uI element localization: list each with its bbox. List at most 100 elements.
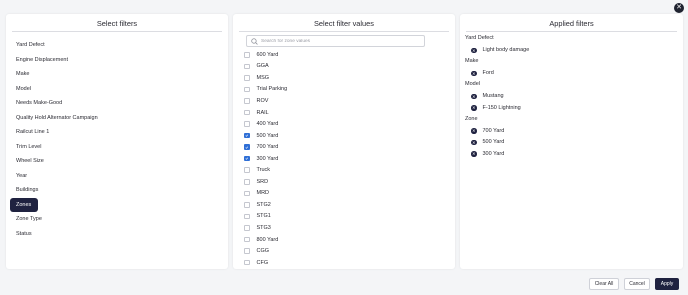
checkbox[interactable] <box>244 155 250 162</box>
value-option[interactable]: 300 Yard <box>233 153 455 165</box>
value-option[interactable]: 800 Yard <box>233 234 455 246</box>
cancel-button[interactable]: Cancel <box>624 278 650 290</box>
filter-item[interactable]: Buildings <box>6 183 218 198</box>
checkbox[interactable] <box>244 121 250 127</box>
value-label: STG1 <box>256 213 271 220</box>
checkbox[interactable] <box>244 202 250 208</box>
value-option[interactable]: MSG <box>233 72 455 84</box>
value-label: 800 Yard <box>256 236 279 243</box>
checkbox[interactable] <box>244 167 250 173</box>
filter-item[interactable]: Year <box>6 169 218 184</box>
value-label: 500 Yard <box>256 132 279 139</box>
applied-filter-value: Light body damage <box>482 47 530 54</box>
applied-filter-chip: ✕ 300 Yard <box>465 148 683 160</box>
filter-item[interactable]: Zones <box>10 197 38 212</box>
checkbox[interactable] <box>244 86 250 93</box>
check-icon <box>245 146 249 149</box>
checkbox[interactable] <box>244 63 250 70</box>
divider <box>239 31 449 32</box>
applied-group-label: Make <box>465 58 479 64</box>
remove-chip-icon[interactable]: ✕ <box>471 139 477 145</box>
applied-filter-chip: ✕ 500 Yard <box>465 137 683 149</box>
value-label: SRD <box>256 178 269 185</box>
checkbox[interactable] <box>244 98 250 104</box>
divider <box>466 31 677 32</box>
clear-all-button[interactable]: Clear All <box>589 278 619 290</box>
applied-filter-value: Mustang <box>482 93 504 100</box>
checkbox[interactable] <box>244 213 250 220</box>
checkbox[interactable] <box>244 179 250 185</box>
apply-button[interactable]: Apply <box>655 278 679 290</box>
remove-chip-icon[interactable]: ✕ <box>471 70 477 76</box>
checkbox[interactable] <box>244 132 250 139</box>
value-option[interactable]: Trial Parking <box>233 84 455 96</box>
filter-item[interactable]: Railcut Line 1 <box>6 125 218 140</box>
check-icon <box>245 157 249 160</box>
filter-item[interactable]: Trim Level <box>6 140 218 155</box>
checkbox[interactable] <box>244 225 250 231</box>
value-label: 300 Yard <box>256 155 279 162</box>
remove-chip-icon[interactable]: ✕ <box>471 128 477 134</box>
filter-list: Yard Defect Engine Displacement Make Model N… <box>6 38 228 241</box>
applied-group-label: Model <box>465 81 480 87</box>
checkbox[interactable] <box>244 248 250 254</box>
value-option[interactable]: CGG <box>233 245 455 257</box>
checkbox[interactable] <box>244 109 250 116</box>
select-filters-panel: Select filters Yard Defect Engine Displac… <box>6 14 228 269</box>
value-label: 700 Yard <box>256 144 279 151</box>
value-option[interactable]: STG3 <box>233 222 455 234</box>
value-option[interactable]: SRD <box>233 176 455 188</box>
value-option[interactable]: ROV <box>233 95 455 107</box>
value-label: CFG <box>256 259 269 266</box>
filter-item[interactable]: Model <box>6 82 218 97</box>
applied-filter-value: Ford <box>482 70 494 77</box>
checkbox[interactable] <box>244 52 250 58</box>
checkbox[interactable] <box>244 144 250 150</box>
value-label: 600 Yard <box>256 51 279 58</box>
value-option[interactable]: 400 Yard <box>233 118 455 130</box>
filter-item[interactable]: Wheel Size <box>6 154 218 169</box>
divider <box>12 31 222 32</box>
value-label: Trial Parking <box>256 86 288 93</box>
value-option[interactable]: RAIL <box>233 107 455 119</box>
select-filters-title: Select filters <box>96 19 138 28</box>
remove-chip-icon[interactable]: ✕ <box>471 47 477 53</box>
value-option[interactable]: STG2 <box>233 199 455 211</box>
value-label: CGG <box>256 248 270 255</box>
applied-group-label: Yard Defect <box>465 35 494 41</box>
value-label: RAIL <box>256 109 269 116</box>
value-option[interactable]: STG1 <box>233 211 455 223</box>
checkbox[interactable] <box>244 190 250 197</box>
value-option[interactable]: MRD <box>233 188 455 200</box>
filter-item[interactable]: Engine Displacement <box>6 53 218 68</box>
applied-filter-chip: ✕ F-150 Lightning <box>465 102 683 114</box>
applied-filter-value: 300 Yard <box>482 150 505 157</box>
value-option[interactable]: CFG <box>233 257 455 269</box>
value-option[interactable]: 600 Yard <box>233 49 455 61</box>
value-label: 400 Yard <box>256 121 279 128</box>
check-icon <box>245 134 249 137</box>
close-dialog-button[interactable]: ✕ <box>674 3 684 13</box>
checkbox[interactable] <box>244 75 250 81</box>
search-input[interactable] <box>261 38 421 44</box>
filter-item[interactable]: Needs Make-Good <box>6 96 218 111</box>
close-icon: ✕ <box>676 4 682 11</box>
filter-item[interactable]: Status <box>6 227 218 242</box>
value-option[interactable]: 700 Yard <box>233 141 455 153</box>
value-option[interactable]: Truck <box>233 164 455 176</box>
applied-filter-chip: ✕ Ford <box>465 68 683 80</box>
applied-filter-chip: ✕ Light body damage <box>465 45 683 57</box>
value-option[interactable]: 500 Yard <box>233 130 455 142</box>
filter-item[interactable]: Quality Hold Alternator Campaign <box>6 111 218 126</box>
search-field[interactable] <box>246 35 425 47</box>
checkbox[interactable] <box>244 236 250 243</box>
checkbox[interactable] <box>244 259 250 266</box>
remove-chip-icon[interactable]: ✕ <box>471 93 477 99</box>
remove-chip-icon[interactable]: ✕ <box>471 105 477 111</box>
filter-item[interactable]: Zone Type <box>6 212 218 227</box>
applied-filters-title: Applied filters <box>549 19 594 28</box>
filter-item[interactable]: Make <box>6 67 218 82</box>
remove-chip-icon[interactable]: ✕ <box>471 151 477 157</box>
filter-item[interactable]: Yard Defect <box>6 38 218 53</box>
value-option[interactable]: GGA <box>233 61 455 73</box>
